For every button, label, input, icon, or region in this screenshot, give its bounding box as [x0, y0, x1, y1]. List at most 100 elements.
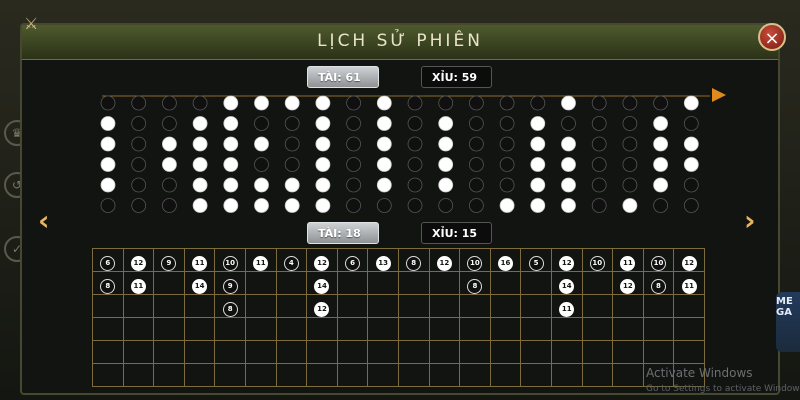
table-cell [244, 363, 277, 387]
xiu-sum-marker: 8 [406, 255, 422, 271]
tai-result-dot [223, 157, 239, 172]
table-cell [122, 317, 155, 341]
xiu-sum-marker: 5 [528, 255, 544, 271]
table-cell [428, 340, 461, 364]
table-cell: 4 [275, 248, 308, 272]
tai-result-dot [438, 157, 454, 172]
table-cell: 11 [673, 271, 705, 295]
tai-result-dot [561, 157, 576, 172]
play-arrow-icon[interactable] [712, 88, 726, 102]
tai-result-dot [376, 177, 392, 193]
table-cell: 12 [673, 248, 705, 272]
game-logo-icon: ⚔ [24, 14, 39, 33]
xiu-result-dot [407, 116, 423, 131]
table-cell [550, 340, 583, 364]
xiu-result-dot [131, 116, 147, 131]
table-cell: 5 [520, 248, 552, 272]
tai-result-dot [438, 136, 454, 152]
table-cell [244, 340, 277, 364]
xiu-result-dot [622, 177, 638, 193]
tai-result-dot [100, 177, 116, 193]
xiu-sum-marker: 9 [222, 278, 238, 294]
tai-result-dot [254, 95, 269, 111]
table-cell [581, 294, 614, 318]
tai-result-dot [530, 198, 546, 213]
tai-result-dot [100, 116, 116, 131]
table-cell [244, 294, 277, 318]
table-cell [581, 271, 614, 295]
table-cell: 16 [489, 248, 522, 272]
tai-sum-marker: 12 [620, 278, 636, 294]
table-cell: 8 [397, 248, 430, 272]
tai-result-dot [653, 136, 668, 152]
table-cell [153, 340, 185, 364]
xiu-result-dot [683, 198, 699, 213]
xiu-result-dot [683, 116, 699, 131]
xiu-result-dot [346, 177, 362, 193]
table-cell: 14 [183, 271, 216, 295]
xiu-result-dot [162, 95, 177, 111]
table-cell: 11 [244, 248, 277, 272]
next-arrow-button[interactable]: › [744, 204, 756, 237]
tai-result-dot [315, 198, 331, 213]
table-cell [673, 294, 705, 318]
table-cell [336, 294, 369, 318]
table-cell: 8 [642, 271, 675, 295]
tai-sum-marker: 14 [314, 278, 330, 294]
table-cell: 11 [183, 248, 216, 272]
xiu-result-dot [131, 95, 147, 111]
tai-sum-marker: 11 [253, 255, 269, 271]
table-row: 8 12 11 [92, 294, 705, 318]
xiu-result-dot [591, 116, 607, 131]
tai-result-dot [530, 177, 546, 193]
xiu-sum-marker: 4 [283, 255, 299, 271]
table-cell: 11 [122, 271, 155, 295]
table-cell [397, 340, 430, 364]
tai-result-dot [315, 95, 331, 111]
table-cell [275, 363, 308, 387]
tai-result-dot [653, 157, 668, 172]
xiu-result-dot [653, 95, 668, 111]
table-cell: 12 [612, 271, 644, 295]
table-cell [550, 363, 583, 387]
xiu-result-dot [376, 198, 392, 213]
tai-result-dot [683, 95, 699, 111]
xiu-result-dot [192, 95, 208, 111]
xiu-result-dot [499, 95, 515, 111]
dice-sum-table: 6 12 9 11 10 11 4 12 6 13 8 12 10 16 5 12 10 11 10 12 8 11 14 9… [92, 248, 705, 387]
xiu-result-dot [100, 198, 116, 213]
xiu-result-dot [591, 157, 607, 172]
xiu-result-dot [499, 116, 515, 131]
xiu-result-dot [468, 136, 484, 152]
xiu-result-dot [499, 177, 515, 193]
xiu-result-dot [622, 136, 638, 152]
close-button[interactable]: × [758, 23, 786, 51]
panel-title: LỊCH SỬ PHIÊN [317, 31, 483, 51]
xiu-result-dot [438, 198, 454, 213]
table-cell [275, 340, 308, 364]
tai-result-dot [683, 136, 699, 152]
tai-result-dot [530, 136, 546, 152]
tai-result-dot [683, 157, 699, 172]
xiu-sum-marker: 10 [650, 255, 666, 271]
xiu-result-dot [254, 116, 269, 131]
promo-banner[interactable]: ME GA [776, 292, 800, 352]
table-row: 8 11 14 9 14 8 14 12 8 11 [92, 271, 705, 295]
table-cell [214, 317, 246, 341]
table-cell [428, 363, 461, 387]
table-row [92, 317, 705, 341]
xiu-result-dot [468, 157, 484, 172]
xiu-sum-marker: 8 [222, 301, 238, 317]
xiu-result-dot [284, 116, 300, 131]
tai-count-top: TÀI: 61 [307, 66, 379, 88]
xiu-result-dot [407, 177, 423, 193]
xiu-result-dot [407, 95, 423, 111]
tai-result-dot [438, 177, 454, 193]
table-cell [153, 363, 185, 387]
tai-result-dot [561, 136, 576, 152]
xiu-sum-marker: 8 [467, 278, 483, 294]
table-cell [581, 363, 614, 387]
tai-sum-marker: 12 [314, 301, 330, 317]
table-cell [306, 317, 338, 341]
prev-arrow-button[interactable]: ‹ [38, 204, 50, 237]
